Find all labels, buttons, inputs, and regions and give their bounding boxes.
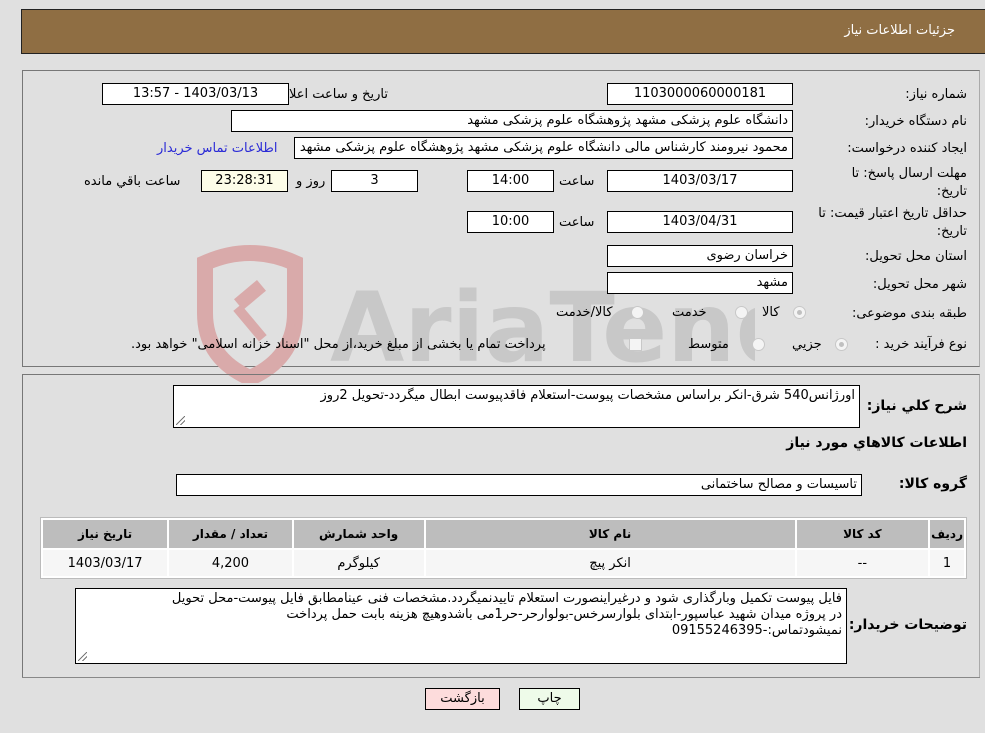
- purchase-small-label: جزيي: [792, 337, 822, 352]
- cell-row: 1: [930, 550, 964, 576]
- purchase-small-radio[interactable]: [835, 338, 848, 351]
- col-name: نام کالا: [425, 520, 795, 548]
- page-title: جزئیات اطلاعات نیاز: [844, 23, 955, 38]
- cell-unit: کیلوگرم: [293, 550, 424, 576]
- cell-need-date: 1403/03/17: [43, 550, 168, 576]
- col-unit: واحد شمارش: [293, 520, 424, 548]
- col-quantity: تعداد / مقدار: [169, 520, 292, 548]
- reply-deadline-label-2: تاریخ:: [936, 184, 967, 199]
- announce-datetime-field: 1403/03/13 - 13:57: [102, 83, 289, 105]
- category-service-label: خدمت: [672, 305, 707, 320]
- category-both-radio[interactable]: [631, 306, 644, 319]
- buyer-org-label: نام دستگاه خريدار:: [864, 114, 967, 129]
- category-service-radio[interactable]: [735, 306, 748, 319]
- reply-deadline-date: 1403/03/17: [607, 170, 793, 192]
- table-row: 1 -- انکر پیچ کیلوگرم 4,200 1403/03/17: [43, 550, 964, 576]
- category-both-label: کالا/خدمت: [556, 305, 613, 320]
- purchase-medium-label: متوسط: [688, 337, 729, 352]
- col-code: کد کالا: [796, 520, 929, 548]
- reply-deadline-time: 14:00: [467, 170, 554, 192]
- price-validity-time: 10:00: [467, 211, 554, 233]
- buyer-notes-line: فایل پیوست تکمیل وبارگذاری شود و درغیرای…: [171, 591, 842, 606]
- cell-code: --: [796, 550, 929, 576]
- goods-table-header: رديف کد کالا نام کالا واحد شمارش تعداد /…: [43, 520, 964, 548]
- goods-table: رديف کد کالا نام کالا واحد شمارش تعداد /…: [40, 517, 967, 579]
- days-label: روز و: [296, 174, 326, 189]
- delivery-city-label: شهر محل تحویل:: [872, 277, 967, 292]
- resize-grip-icon[interactable]: [176, 416, 185, 425]
- purchase-medium-radio[interactable]: [752, 338, 765, 351]
- delivery-city-field: مشهد: [607, 272, 793, 294]
- category-label: طبقه بندی موضوعی:: [851, 306, 967, 321]
- remaining-label: ساعت باقي مانده: [84, 174, 181, 189]
- summary-textarea[interactable]: اورژانس540 شرق-انکر براساس مشخصات پیوست-…: [173, 385, 860, 428]
- buyer-notes-line: نمیشودتماس:-09155246395: [671, 623, 842, 638]
- requester-label: ایجاد کننده درخواست:: [847, 141, 967, 156]
- price-validity-label: حداقل تاریخ اعتبار قیمت: تا: [818, 206, 967, 221]
- remaining-time: 23:28:31: [201, 170, 288, 192]
- goods-group-field: تاسیسات و مصالح ساختمانی: [176, 474, 862, 496]
- purchase-type-label: نوع فرآیند خرید :: [875, 337, 967, 352]
- delivery-province-field: خراسان رضوی: [607, 245, 793, 267]
- buyer-notes-textarea[interactable]: فایل پیوست تکمیل وبارگذاری شود و درغیرای…: [75, 588, 847, 664]
- remaining-days: 3: [331, 170, 418, 192]
- category-goods-radio[interactable]: [793, 306, 806, 319]
- buyer-org-field: دانشگاه علوم پزشکی مشهد پژوهشگاه علوم پز…: [231, 110, 793, 132]
- reply-time-label: ساعت: [559, 174, 595, 189]
- print-button[interactable]: چاپ: [519, 688, 580, 710]
- cell-name: انکر پیچ: [425, 550, 795, 576]
- summary-label: شرح كلي نياز:: [866, 398, 967, 414]
- buyer-contact-link[interactable]: اطلاعات تماس خريدار: [157, 141, 277, 156]
- need-number-label: شماره نیاز:: [905, 87, 967, 102]
- treasury-checkbox[interactable]: [629, 338, 642, 351]
- buyer-notes-line: در پروژه میدان شهید عباسپور-ابتدای بلوار…: [286, 607, 842, 622]
- price-validity-label-2: تاریخ:: [936, 224, 967, 239]
- col-row: رديف: [930, 520, 964, 548]
- resize-grip-icon[interactable]: [78, 652, 87, 661]
- summary-text: اورژانس540 شرق-انکر براساس مشخصات پیوست-…: [320, 388, 855, 403]
- price-time-label: ساعت: [559, 215, 595, 230]
- goods-section-title: اطلاعات كالاهاي مورد نياز: [786, 435, 967, 451]
- category-goods-label: کالا: [762, 305, 780, 320]
- need-number-field: 1103000060000181: [607, 83, 793, 105]
- back-button[interactable]: بازگشت: [425, 688, 500, 710]
- reply-deadline-label: مهلت ارسال پاسخ: تا: [851, 166, 967, 181]
- cell-quantity: 4,200: [169, 550, 292, 576]
- goods-group-label: گروه کالا:: [898, 476, 967, 492]
- divider: [22, 677, 980, 679]
- price-validity-date: 1403/04/31: [607, 211, 793, 233]
- treasury-note: پرداخت تمام یا بخشی از مبلغ خرید،از محل …: [131, 337, 546, 352]
- buyer-notes-label: توضیحات خریدار:: [848, 617, 967, 633]
- delivery-province-label: استان محل تحویل:: [865, 249, 967, 264]
- page-header: جزئیات اطلاعات نیاز: [21, 9, 985, 54]
- col-need-date: تاریخ نیاز: [43, 520, 168, 548]
- requester-field: محمود نیرومند کارشناس مالی دانشگاه علوم …: [294, 137, 793, 159]
